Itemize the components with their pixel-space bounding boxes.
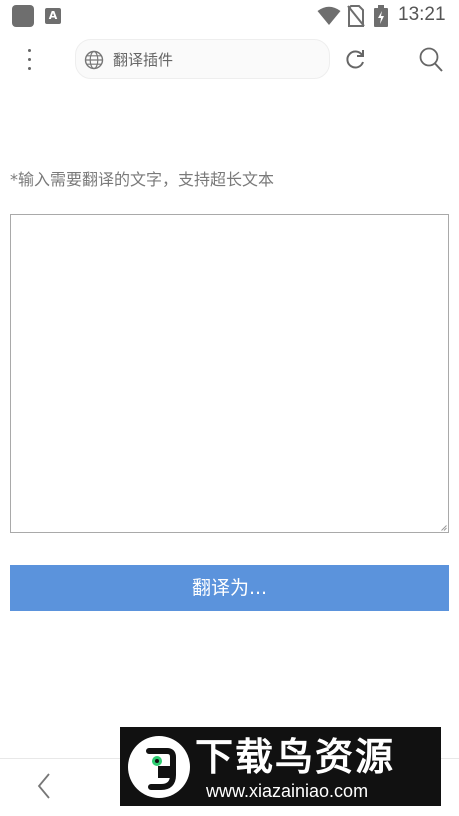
resize-handle-icon[interactable] (441, 525, 447, 531)
watermark-url: www.xiazainiao.com (206, 781, 369, 801)
search-icon[interactable] (418, 46, 444, 74)
battery-charging-icon (374, 5, 388, 27)
url-text: 翻译插件 (113, 51, 174, 69)
a-notification-icon: A (45, 8, 61, 24)
browser-toolbar: 翻译插件 (0, 32, 459, 88)
status-time: 13:21 (398, 4, 446, 25)
chevron-left-icon[interactable] (34, 771, 54, 801)
translate-input-textarea[interactable] (10, 214, 449, 533)
reload-icon[interactable] (343, 48, 367, 72)
app-square-icon (12, 5, 34, 27)
bird-logo-icon (128, 736, 190, 798)
menu-button[interactable] (16, 42, 42, 78)
watermark-title: 下载鸟资源 (195, 735, 396, 779)
no-sim-icon (347, 5, 365, 27)
translate-to-button[interactable]: 翻译为... (10, 565, 449, 611)
status-bar: A 13:21 (0, 0, 459, 32)
input-prompt-label: *输入需要翻译的文字，支持超长文本 (10, 170, 275, 189)
watermark-banner: 下载鸟资源 www.xiazainiao.com (120, 727, 441, 806)
globe-icon (84, 50, 104, 70)
url-bar[interactable]: 翻译插件 (75, 39, 330, 79)
wifi-icon (317, 6, 341, 25)
